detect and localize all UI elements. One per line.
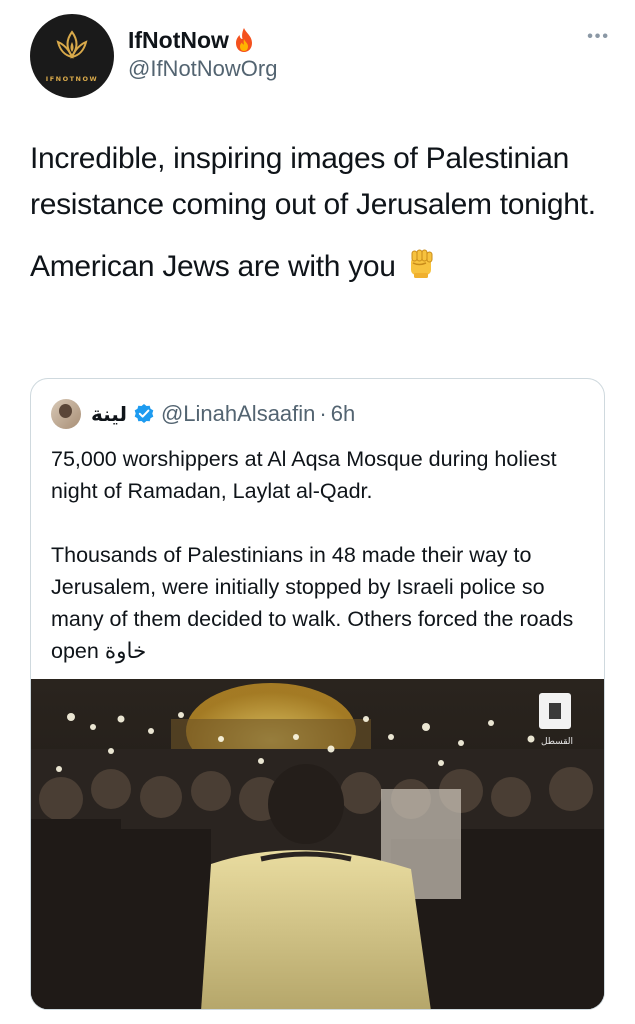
quoted-tweet[interactable]: لينة @LinahAlsaafin · 6h 75,000 worshipp…	[30, 378, 605, 1010]
avatar[interactable]: IFNOTNOW	[30, 14, 114, 98]
quoted-paragraph-2: Thousands of Palestinians in 48 made the…	[51, 543, 574, 663]
quoted-media-image[interactable]: القسطل	[31, 679, 604, 1009]
media-watermark: القسطل	[541, 737, 573, 747]
raised-fist-icon	[410, 249, 433, 278]
fire-icon	[235, 28, 252, 52]
more-options-icon[interactable]: •••	[587, 28, 610, 46]
author-display-name[interactable]: IfNotNow	[128, 26, 277, 54]
quoted-avatar	[51, 399, 81, 429]
tweet-paragraph-2: American Jews are with you	[30, 244, 610, 290]
crowd-photo: القسطل	[31, 679, 604, 1009]
quoted-paragraph-1: 75,000 worshippers at Al Aqsa Mosque dur…	[51, 447, 557, 503]
tweet-paragraph-1: Incredible, inspiring images of Palestin…	[30, 142, 596, 221]
tweet-header: IFNOTNOW IfNotNow @IfNotNowOrg •••	[30, 14, 610, 104]
author-names: IfNotNow @IfNotNowOrg	[128, 26, 277, 84]
verified-badge-icon	[133, 403, 155, 425]
quoted-tweet-header: لينة @LinahAlsaafin · 6h	[51, 397, 355, 431]
quoted-separator: ·	[319, 401, 327, 426]
quoted-timestamp: 6h	[330, 401, 356, 426]
author-handle[interactable]: @IfNotNowOrg	[128, 54, 277, 84]
avatar-text: IFNOTNOW	[45, 75, 99, 83]
tweet-paragraph-2-text: American Jews are with you	[30, 250, 396, 283]
lotus-logo-icon	[56, 30, 88, 59]
quoted-text: 75,000 worshippers at Al Aqsa Mosque dur…	[51, 443, 591, 667]
quoted-display-name: لينة	[91, 402, 127, 426]
tweet-text: Incredible, inspiring images of Palestin…	[30, 136, 610, 290]
quoted-handle: @LinahAlsaafin	[160, 401, 316, 426]
display-name-text: IfNotNow	[128, 27, 229, 53]
